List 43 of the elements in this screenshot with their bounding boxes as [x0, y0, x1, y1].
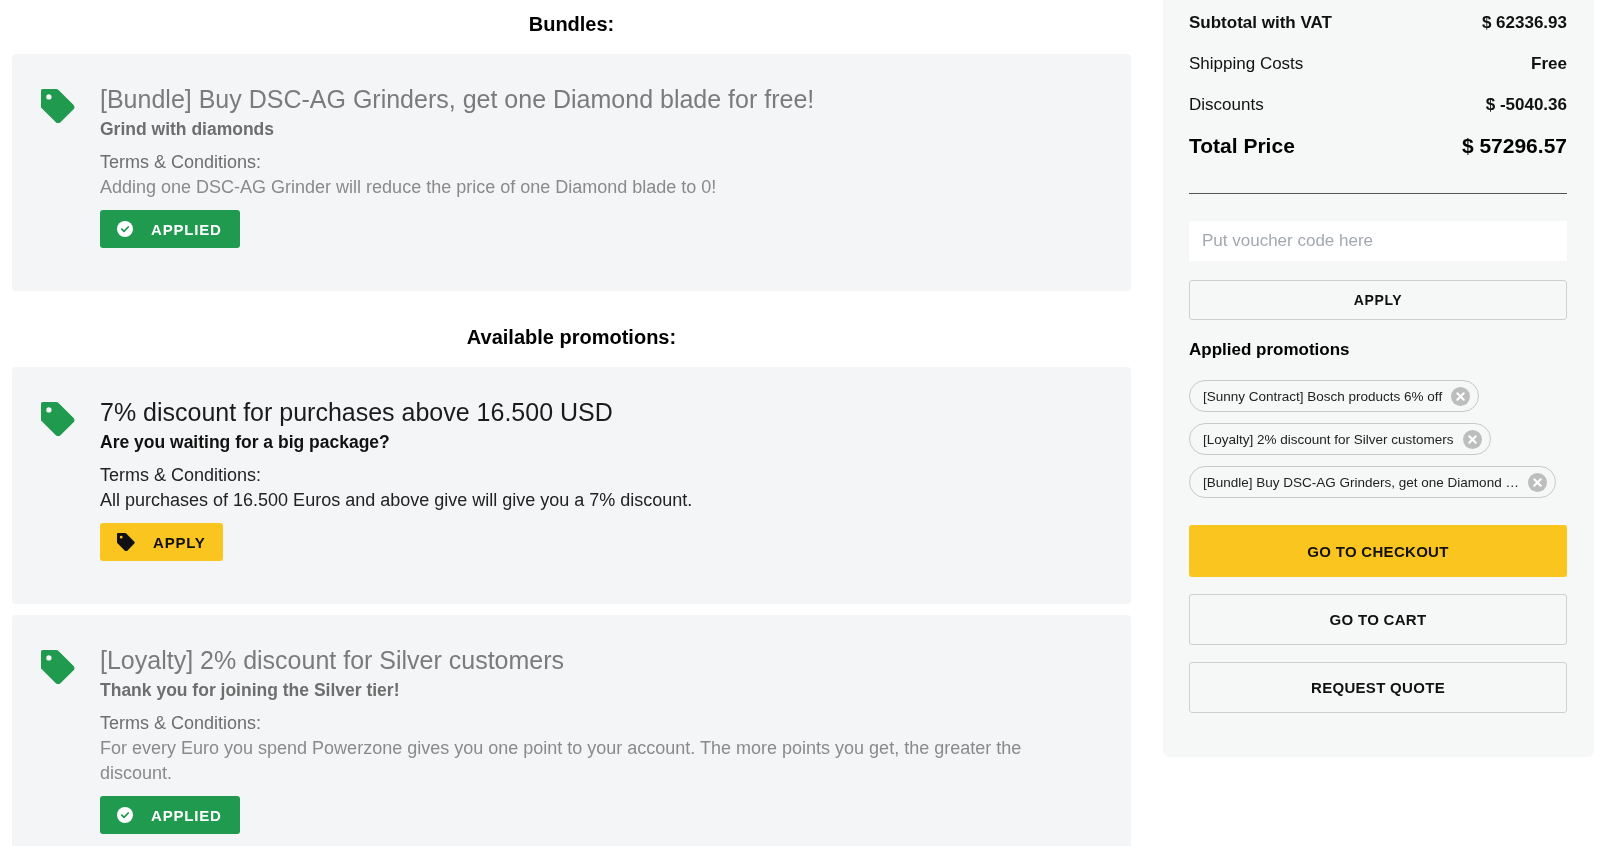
- summary-value: $ 62336.93: [1481, 12, 1567, 33]
- checkout-button[interactable]: GO TO CHECKOUT: [1189, 525, 1567, 577]
- summary-value: $ -5040.36: [1485, 94, 1567, 115]
- remove-icon[interactable]: [1527, 472, 1547, 492]
- remove-icon[interactable]: [1462, 429, 1482, 449]
- section-heading: Available promotions:: [465, 325, 678, 350]
- terms-label: Terms & Conditions:: [100, 712, 262, 735]
- summary-label: Total Price: [1189, 133, 1295, 158]
- summary-label: Shipping Costs: [1189, 53, 1304, 74]
- chip-label: [Sunny Contract] Bosch products 6% off: [1203, 388, 1443, 404]
- section-heading: Bundles:: [527, 12, 616, 37]
- apply-voucher-button[interactable]: APPLY: [1189, 280, 1567, 320]
- tag-icon: [41, 402, 75, 436]
- apply-button[interactable]: APPLY: [100, 523, 223, 561]
- promotion-subtitle: Grind with diamonds: [100, 119, 275, 139]
- applied-button[interactable]: APPLIED: [100, 796, 240, 834]
- tag-icon: [41, 89, 75, 123]
- check-circle-icon: [117, 221, 133, 237]
- promotion-title: 7% discount for purchases above 16.500 USD: [100, 398, 613, 426]
- promotion-title: [Bundle] Buy DSC-AG Grinders, get one Diamond blade for free!: [100, 85, 815, 113]
- tag-icon: [41, 650, 75, 684]
- action-button[interactable]: REQUEST QUOTE: [1189, 662, 1567, 713]
- terms-text: For every Euro you spend Powerzone gives you one point to your account. The more points you get, the greater the discount.: [100, 737, 1023, 785]
- summary-value: Free: [1531, 53, 1567, 74]
- applied-promotions-heading: Applied promotions: [1189, 339, 1351, 361]
- promotion-subtitle: Are you waiting for a big package?: [100, 432, 390, 452]
- terms-text: Adding one DSC-AG Grinder will reduce the price of one Diamond blade to 0!: [100, 176, 717, 199]
- terms-text: All purchases of 16.500 Euros and above give will give you a 7% discount.: [100, 489, 693, 512]
- check-circle-icon: [117, 807, 133, 823]
- promotion-title: [Loyalty] 2% discount for Silver customers: [100, 646, 565, 674]
- summary-label: Discounts: [1189, 94, 1264, 115]
- tag-icon: [117, 533, 135, 551]
- chip-label: [Bundle] Buy DSC-AG Grinders, get one Diamond …: [1203, 474, 1519, 490]
- summary-value: $ 57296.57: [1461, 133, 1567, 158]
- summary-label: Subtotal with VAT: [1189, 12, 1332, 33]
- action-button[interactable]: GO TO CART: [1189, 594, 1567, 645]
- remove-icon[interactable]: [1451, 386, 1471, 406]
- promotion-subtitle: Thank you for joining the Silver tier!: [100, 680, 400, 700]
- terms-label: Terms & Conditions:: [100, 464, 262, 487]
- voucher-code-field[interactable]: Put voucher code here: [1189, 221, 1567, 261]
- applied-button[interactable]: APPLIED: [100, 210, 240, 248]
- terms-label: Terms & Conditions:: [100, 151, 262, 174]
- chip-label: [Loyalty] 2% discount for Silver customers: [1203, 431, 1454, 447]
